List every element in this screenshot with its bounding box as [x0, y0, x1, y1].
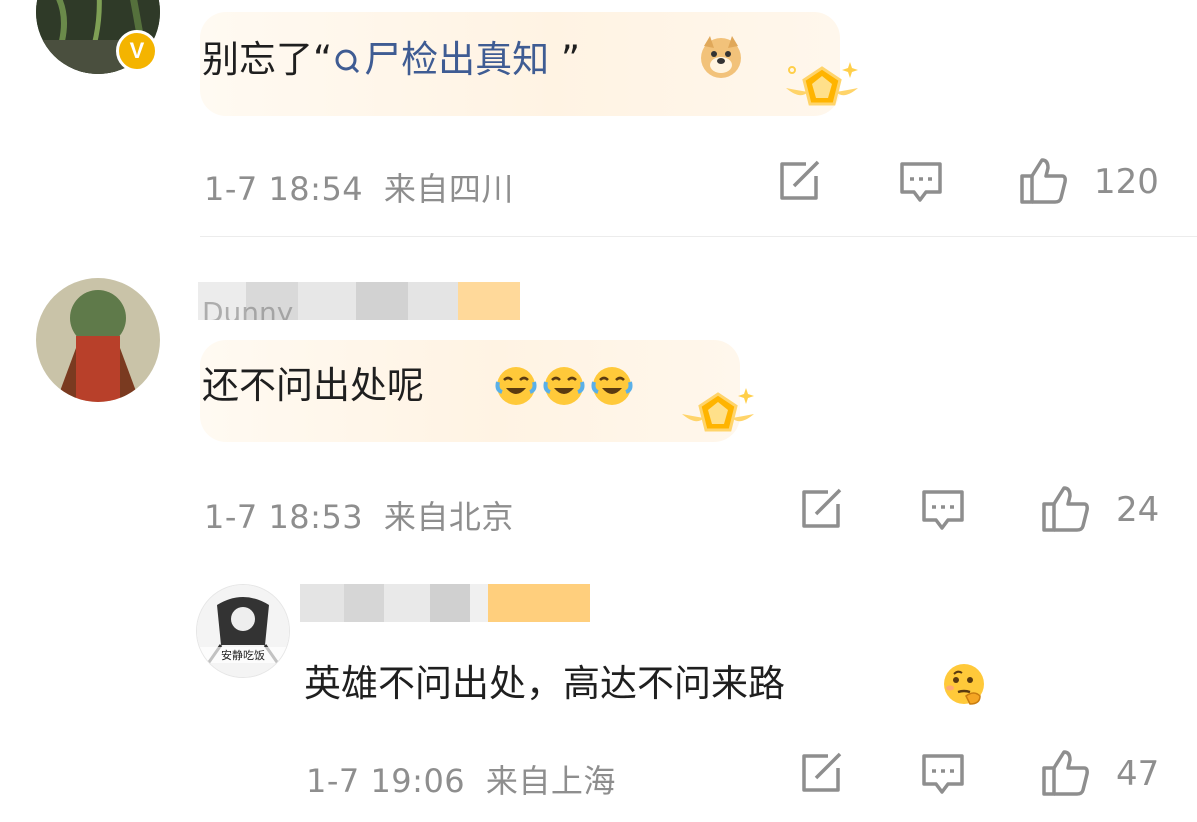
search-link[interactable]: 尸检出真知 [332, 38, 549, 81]
comment-time: 1-7 18:53 [204, 498, 364, 536]
like-icon[interactable] [1018, 156, 1070, 206]
blur-cell [384, 584, 430, 622]
fan-badge-icon [682, 388, 754, 432]
avatar-image [197, 585, 289, 677]
comment-icon[interactable] [920, 752, 966, 796]
avatar[interactable]: 安静吃饭 [196, 584, 290, 678]
comment-time: 1-7 18:54 [204, 170, 364, 208]
blur-cell [298, 282, 356, 320]
username-blurred[interactable]: Dunny [198, 282, 520, 320]
avatar[interactable] [36, 278, 160, 402]
username-partial: Dunny [202, 296, 294, 320]
like-icon[interactable] [1040, 748, 1092, 798]
reply-time: 1-7 19:06 [306, 762, 466, 800]
verified-badge: V [116, 30, 158, 72]
comment-meta: 1-7 18:53 来自北京 [204, 492, 514, 538]
blur-cell [344, 584, 384, 622]
reply-text-body: 英雄不问出处，高达不问来路 [304, 662, 785, 705]
share-icon[interactable] [798, 488, 844, 532]
comment-icon[interactable] [898, 160, 944, 204]
crying-laughing-emoji-icon [495, 367, 633, 405]
share-icon[interactable] [776, 160, 822, 204]
share-icon[interactable] [798, 752, 844, 796]
like-icon[interactable] [1040, 484, 1092, 534]
comment-meta: 1-7 18:54 来自四川 [204, 164, 514, 210]
search-link-text: 尸检出真知 [364, 38, 550, 81]
blur-cell [300, 584, 344, 622]
comment-text-prefix: 别忘了“ [202, 38, 333, 81]
divider [200, 236, 1197, 237]
avatar-caption: 安静吃饭 [197, 647, 289, 663]
search-icon [335, 49, 360, 74]
doge-emoji-icon [701, 36, 741, 78]
blur-cell [430, 584, 470, 622]
reply-meta: 1-7 19:06 来自上海 [306, 756, 616, 802]
thinking-emoji-icon [944, 664, 984, 705]
comment-icon[interactable] [920, 488, 966, 532]
reply-text: 英雄不问出处，高达不问来路 [304, 662, 785, 706]
like-count: 24 [1116, 490, 1160, 530]
comment-text: 别忘了“ 尸检出真知 ” [202, 38, 580, 82]
username-blurred[interactable] [300, 584, 590, 622]
comment-location: 来自北京 [383, 498, 514, 536]
comment-text: 还不问出处呢 [202, 364, 424, 407]
comment-location: 来自四川 [383, 170, 514, 208]
like-count: 120 [1094, 162, 1159, 202]
blur-cell [408, 282, 458, 320]
fan-badge-icon [786, 62, 858, 106]
blur-cell [488, 584, 590, 622]
like-count: 47 [1116, 754, 1160, 794]
blur-cell [356, 282, 408, 320]
blur-cell [458, 282, 520, 320]
reply-location: 来自上海 [485, 762, 616, 800]
avatar-image [36, 278, 160, 402]
blur-cell [470, 584, 488, 622]
comment-text-suffix: ” [549, 38, 581, 81]
